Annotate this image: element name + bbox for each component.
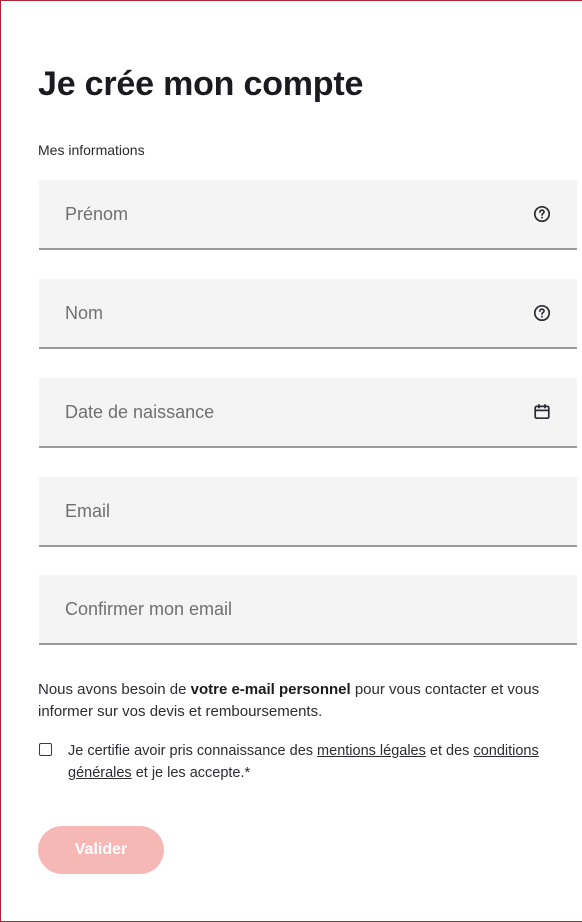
page-title: Je crée mon compte [38,65,364,103]
confirm-email-field [39,575,577,645]
first-name-field [39,180,577,250]
calendar-icon[interactable] [533,403,551,421]
email-info-text: Nous avons besoin de votre e-mail person… [38,679,568,723]
help-circle-icon[interactable] [533,205,551,223]
section-label: Mes informations [38,142,145,158]
consent-text-part1: Je certifie avoir pris connaissance des [68,743,318,759]
submit-button[interactable]: Valider [38,826,164,874]
help-circle-icon[interactable] [533,304,551,322]
email-input[interactable] [39,477,509,545]
info-text-start: Nous avons besoin de [38,681,191,698]
last-name-input[interactable] [39,279,509,347]
birthdate-input[interactable] [39,378,509,446]
first-name-input[interactable] [39,180,509,248]
legal-notice-link[interactable]: mentions légales [317,743,426,759]
consent-text-part2: et des [425,743,474,759]
consent-text: Je certifie avoir pris connaissance des … [68,740,558,784]
info-text-emphasis: votre e-mail personnel [190,681,351,698]
last-name-field [39,279,577,349]
confirm-email-input[interactable] [39,575,509,643]
birthdate-field [39,378,577,448]
consent-checkbox[interactable] [39,743,52,756]
page-frame: Je crée mon compte Mes informations Prén… [0,0,582,922]
consent-text-part3: et je les accepte.* [131,765,251,781]
email-field [39,477,577,547]
